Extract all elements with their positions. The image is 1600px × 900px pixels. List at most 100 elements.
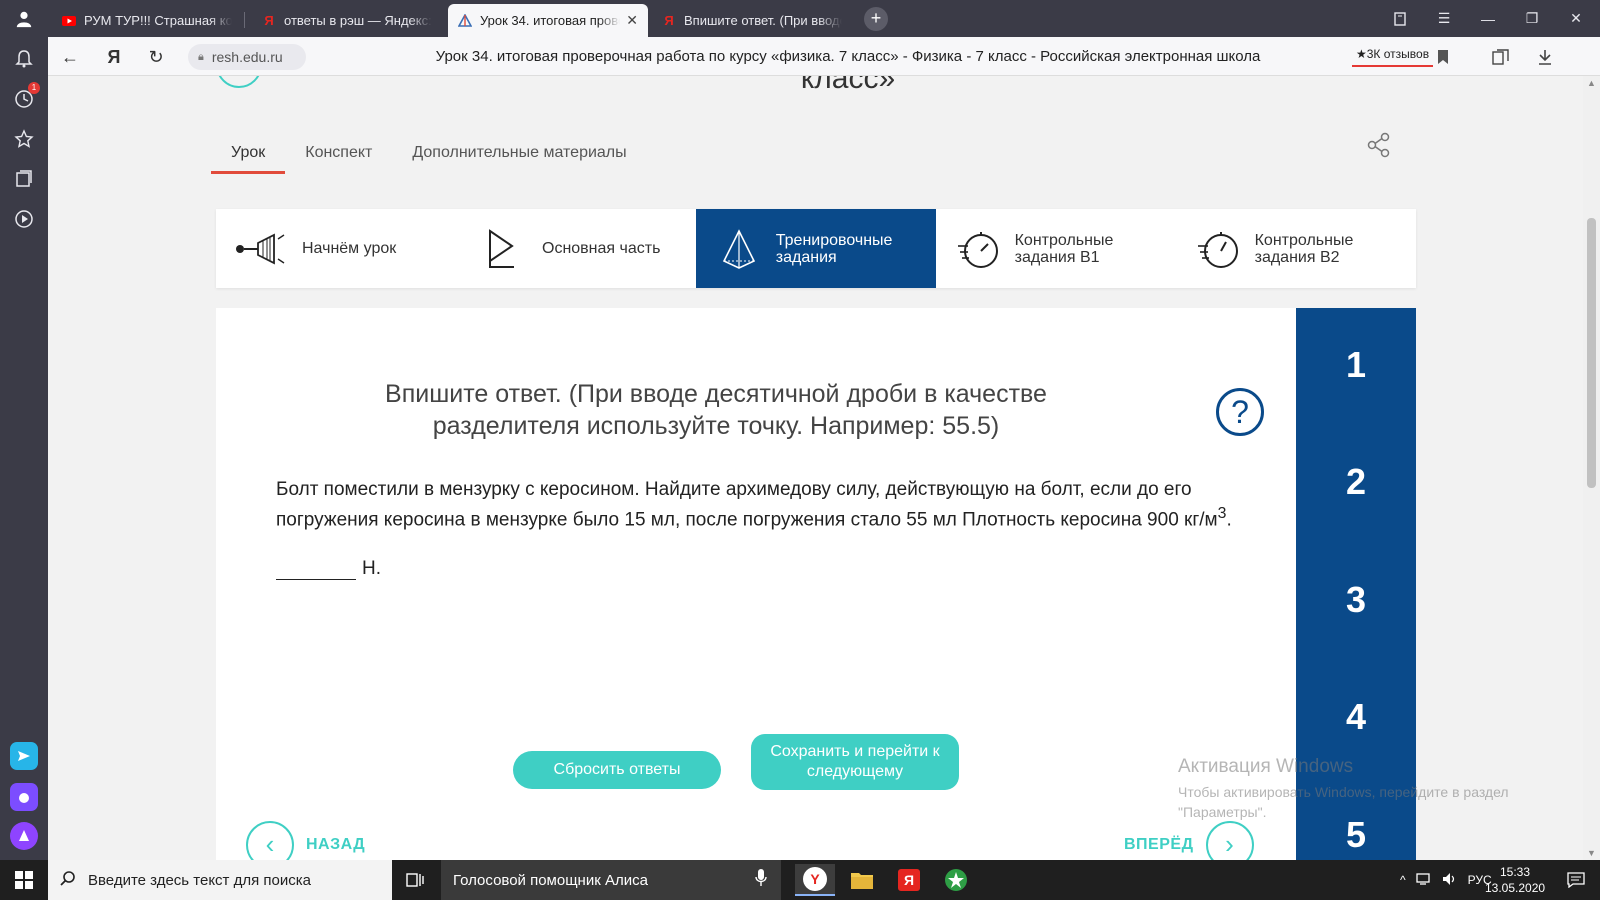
lesson-tabs: Урок Конспект Дополнительные материалы: [211, 138, 647, 174]
step-main-part[interactable]: Основная часть: [456, 209, 696, 288]
stopwatch-icon: [956, 227, 1001, 271]
scrollbar-thumb[interactable]: [1587, 218, 1596, 488]
tab-summary[interactable]: Конспект: [285, 138, 392, 174]
nav-back[interactable]: ‹ НАЗАД: [246, 821, 377, 860]
chevron-right-icon[interactable]: ›: [1205, 821, 1254, 860]
browser-tab[interactable]: Я ответы в рэш — Яндекс: нашлось: [252, 4, 442, 37]
restore-icon[interactable]: ❐: [1510, 0, 1554, 37]
lesson-badge-icon: [216, 76, 262, 88]
network-icon[interactable]: [1415, 872, 1432, 889]
yandex-home-icon[interactable]: Я: [102, 45, 126, 69]
taskbar-search[interactable]: Введите здесь текст для поиска: [48, 860, 392, 900]
question-text: Болт поместили в мензурку с керосином. Н…: [276, 478, 1266, 532]
step-control-b2[interactable]: Контрольные задания В2: [1176, 209, 1416, 288]
url-field[interactable]: 🔒︎ resh.edu.ru: [188, 44, 306, 70]
video-icon[interactable]: [12, 207, 36, 231]
step-label: Контрольные задания В1: [1014, 231, 1114, 266]
microphone-icon[interactable]: [755, 869, 767, 892]
windows-start-icon[interactable]: [0, 860, 48, 900]
alice-icon[interactable]: [10, 822, 38, 850]
history-icon[interactable]: [12, 87, 36, 111]
reload-icon[interactable]: ↻: [144, 45, 168, 69]
share-icon[interactable]: [1366, 132, 1392, 158]
chevron-left-icon[interactable]: ‹: [246, 821, 294, 860]
browser-tab-bar: РУМ ТУР!!! Страшная комната Я ответы в р…: [0, 0, 1600, 37]
page-scrollbar[interactable]: ▲ ▼: [1583, 76, 1600, 860]
windows-taskbar: Введите здесь текст для поиска Голосовой…: [0, 860, 1600, 900]
game-app-icon[interactable]: [936, 864, 976, 896]
alice-label: Голосовой помощник Алиса: [453, 871, 648, 889]
music-app-icon[interactable]: [10, 783, 38, 811]
notifications-icon[interactable]: [12, 47, 36, 71]
question-number-1[interactable]: 1: [1296, 344, 1416, 386]
lesson-heading: класс»: [800, 76, 896, 95]
new-tab-button[interactable]: +: [864, 7, 888, 31]
system-clock[interactable]: 15:33 13.05.2020: [1485, 864, 1545, 896]
tab-title: ответы в рэш — Яндекс: нашлось: [284, 13, 432, 28]
step-start-lesson[interactable]: Начнём урок: [216, 209, 456, 288]
tab-extra-materials[interactable]: Дополнительные материалы: [392, 138, 646, 174]
system-tray: ^ РУС: [1400, 860, 1492, 900]
volume-icon[interactable]: [1442, 872, 1458, 889]
nav-forward[interactable]: ВПЕРЁД ›: [1112, 821, 1254, 860]
browser-tab-active[interactable]: Урок 34. итоговая проверочная работа ✕: [448, 4, 648, 37]
yandex-icon: Я: [664, 13, 674, 28]
address-bar: ← Я ↻ 🔒︎ resh.edu.ru Урок 34. итоговая п…: [48, 37, 1600, 76]
close-window-icon[interactable]: ✕: [1554, 0, 1598, 37]
question-number-2[interactable]: 2: [1296, 461, 1416, 503]
tab-lesson[interactable]: Урок: [211, 138, 286, 174]
yandex-app-icon[interactable]: Я: [889, 864, 929, 896]
download-icon[interactable]: [1534, 46, 1556, 68]
menu-icon[interactable]: ☰: [1422, 0, 1466, 37]
step-control-b1[interactable]: Контрольные задания В1: [936, 209, 1176, 288]
forward-label[interactable]: ВПЕРЁД: [1124, 836, 1194, 854]
file-explorer-icon[interactable]: [842, 864, 882, 896]
back-label[interactable]: НАЗАД: [306, 836, 365, 854]
step-label: Тренировочные задания: [775, 231, 893, 266]
tab-title: РУМ ТУР!!! Страшная комната: [84, 13, 232, 28]
yandex-browser-taskbar-icon[interactable]: Y: [795, 864, 835, 896]
bookmarks-panel-icon[interactable]: [1378, 0, 1422, 37]
search-placeholder: Введите здесь текст для поиска: [88, 871, 311, 889]
scroll-down-icon[interactable]: ▼: [1583, 848, 1600, 858]
minimize-icon[interactable]: —: [1466, 0, 1510, 37]
profile-icon[interactable]: [8, 6, 40, 32]
question-number-4[interactable]: 4: [1296, 696, 1416, 738]
browser-tab[interactable]: Я Впишите ответ. (При вводе десятичной: [652, 4, 852, 37]
collections-icon[interactable]: [12, 167, 36, 191]
help-button[interactable]: ?: [1216, 388, 1264, 436]
yandex-icon: Я: [264, 13, 274, 28]
play-icon: [476, 227, 528, 271]
question-number-3[interactable]: 3: [1296, 579, 1416, 621]
tab-title: Впишите ответ. (При вводе десятичной: [684, 13, 842, 28]
search-icon: [60, 870, 76, 891]
question-card: Впишите ответ. (При вводе десятичной дро…: [216, 308, 1296, 860]
question-instruction: Впишите ответ. (При вводе десятичной дро…: [385, 380, 1047, 440]
page-content: класс» Урок Конспект Дополнительные мате…: [48, 76, 1583, 860]
chevron-up-icon[interactable]: ^: [1400, 873, 1406, 887]
answer-input[interactable]: [276, 558, 356, 580]
question-end: .: [1226, 509, 1232, 531]
step-label: Основная часть: [542, 240, 661, 257]
watermark-title: Активация Windows: [1178, 756, 1354, 777]
alice-voice-assistant[interactable]: Голосовой помощник Алиса: [441, 860, 781, 900]
scroll-up-icon[interactable]: ▲: [1583, 78, 1600, 88]
clock-date: 13.05.2020: [1485, 881, 1546, 895]
back-arrow-icon[interactable]: ←: [58, 45, 82, 69]
bookmark-icon[interactable]: [1432, 46, 1454, 68]
task-view-icon[interactable]: [395, 860, 435, 900]
svg-text:Я: Я: [904, 872, 914, 888]
question-body: Болт поместили в мензурку с керосином. Н…: [276, 479, 1218, 531]
browser-tab[interactable]: РУМ ТУР!!! Страшная комната: [52, 4, 242, 37]
reset-answers-button[interactable]: Сбросить ответы: [513, 751, 721, 789]
save-next-button[interactable]: Сохранить и перейти к следующему: [751, 734, 959, 790]
close-icon[interactable]: ✕: [626, 12, 638, 29]
watermark-text: Чтобы активировать Windows, перейдите в …: [1178, 784, 1509, 820]
messenger-app-icon[interactable]: [10, 742, 38, 770]
action-center-icon[interactable]: [1556, 860, 1596, 900]
step-training-tasks[interactable]: Тренировочные задания: [696, 209, 936, 288]
extensions-icon[interactable]: [1490, 46, 1512, 68]
star-icon[interactable]: [12, 127, 36, 151]
reviews-badge[interactable]: ★3К отзывов: [1352, 43, 1434, 67]
browser-sidebar: 1: [0, 37, 48, 860]
